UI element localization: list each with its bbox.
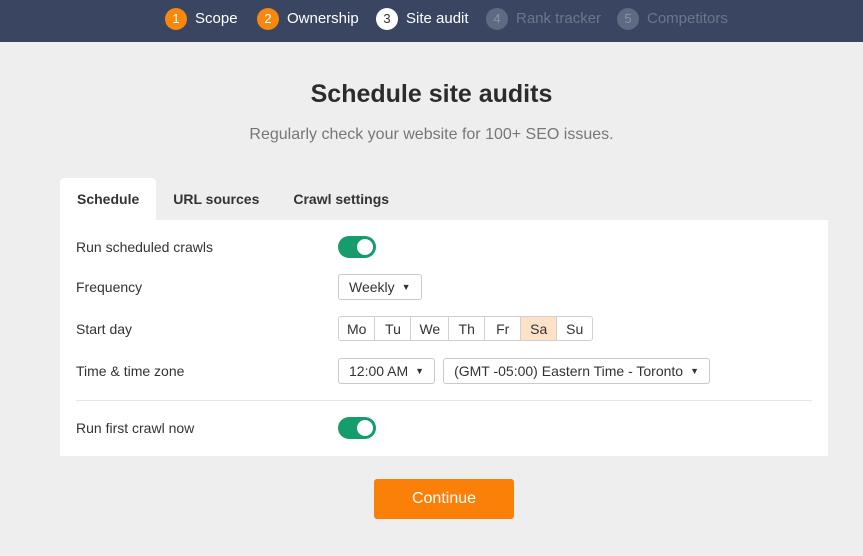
run-first-crawl-label: Run first crawl now	[76, 420, 195, 436]
start-day-label: Start day	[76, 320, 133, 337]
progress-stepper: 1 Scope 2 Ownership 3 Site audit 4 Rank …	[0, 0, 863, 42]
page-title: Schedule site audits	[310, 80, 553, 108]
time-zone-label: Time & time zone	[76, 363, 185, 379]
row-run-scheduled-crawls: Run scheduled crawls	[76, 236, 376, 258]
tab-crawl-settings[interactable]: Crawl settings	[276, 178, 406, 220]
step-ownership[interactable]: 2 Ownership	[257, 7, 359, 30]
step-label: Scope	[195, 10, 238, 27]
row-time-zone: Time & time zone 12:00 AM ▼ (GMT -05:00)…	[76, 358, 711, 384]
row-run-first-crawl: Run first crawl now	[76, 417, 376, 439]
step-site-audit[interactable]: 3 Site audit	[376, 7, 469, 30]
step-number: 1	[165, 7, 187, 30]
run-first-crawl-toggle[interactable]	[338, 417, 376, 439]
frequency-label: Frequency	[76, 279, 143, 295]
frequency-value: Weekly	[349, 279, 395, 295]
start-day-selector: Mo Tu We Th Fr Sa Su	[338, 316, 594, 341]
row-frequency: Frequency Weekly ▼	[76, 274, 422, 300]
day-th[interactable]: Th	[449, 316, 486, 341]
tab-schedule[interactable]: Schedule	[60, 178, 157, 220]
step-scope[interactable]: 1 Scope	[165, 7, 238, 30]
toggle-knob	[357, 239, 373, 255]
continue-button[interactable]: Continue	[374, 479, 514, 519]
day-fr[interactable]: Fr	[485, 316, 522, 341]
time-select[interactable]: 12:00 AM ▼	[338, 358, 436, 384]
day-sa[interactable]: Sa	[521, 316, 558, 341]
toggle-knob	[357, 420, 373, 436]
step-label: Ownership	[287, 10, 359, 27]
timezone-value: (GMT -05:00) Eastern Time - Toronto	[454, 363, 684, 379]
day-mo[interactable]: Mo	[338, 316, 376, 341]
run-scheduled-crawls-label: Run scheduled crawls	[76, 239, 213, 255]
run-scheduled-crawls-toggle[interactable]	[338, 236, 376, 258]
schedule-panel: Run scheduled crawls Frequency Weekly ▼ …	[60, 220, 828, 456]
caret-down-icon: ▼	[415, 366, 425, 376]
day-tu[interactable]: Tu	[375, 316, 412, 341]
step-number: 3	[376, 7, 398, 30]
day-su[interactable]: Su	[557, 316, 594, 341]
step-number: 5	[617, 7, 639, 30]
tab-url-sources[interactable]: URL sources	[156, 178, 276, 220]
step-label: Rank tracker	[516, 10, 602, 27]
time-value: 12:00 AM	[349, 363, 409, 379]
step-number: 2	[257, 7, 279, 30]
step-number: 4	[486, 7, 508, 30]
step-competitors: 5 Competitors	[617, 7, 728, 30]
frequency-select[interactable]: Weekly ▼	[338, 274, 422, 300]
step-label: Competitors	[647, 10, 728, 27]
settings-tabs: Schedule URL sources Crawl settings	[60, 178, 406, 220]
caret-down-icon: ▼	[690, 366, 700, 376]
row-start-day: Start day Mo Tu We Th Fr Sa Su	[76, 316, 594, 341]
timezone-select[interactable]: (GMT -05:00) Eastern Time - Toronto ▼	[443, 358, 711, 384]
step-label: Site audit	[406, 10, 469, 27]
day-we[interactable]: We	[411, 316, 450, 341]
divider	[76, 400, 812, 401]
page-subtitle: Regularly check your website for 100+ SE…	[249, 126, 614, 143]
caret-down-icon: ▼	[401, 282, 411, 292]
step-rank-tracker: 4 Rank tracker	[486, 7, 601, 30]
